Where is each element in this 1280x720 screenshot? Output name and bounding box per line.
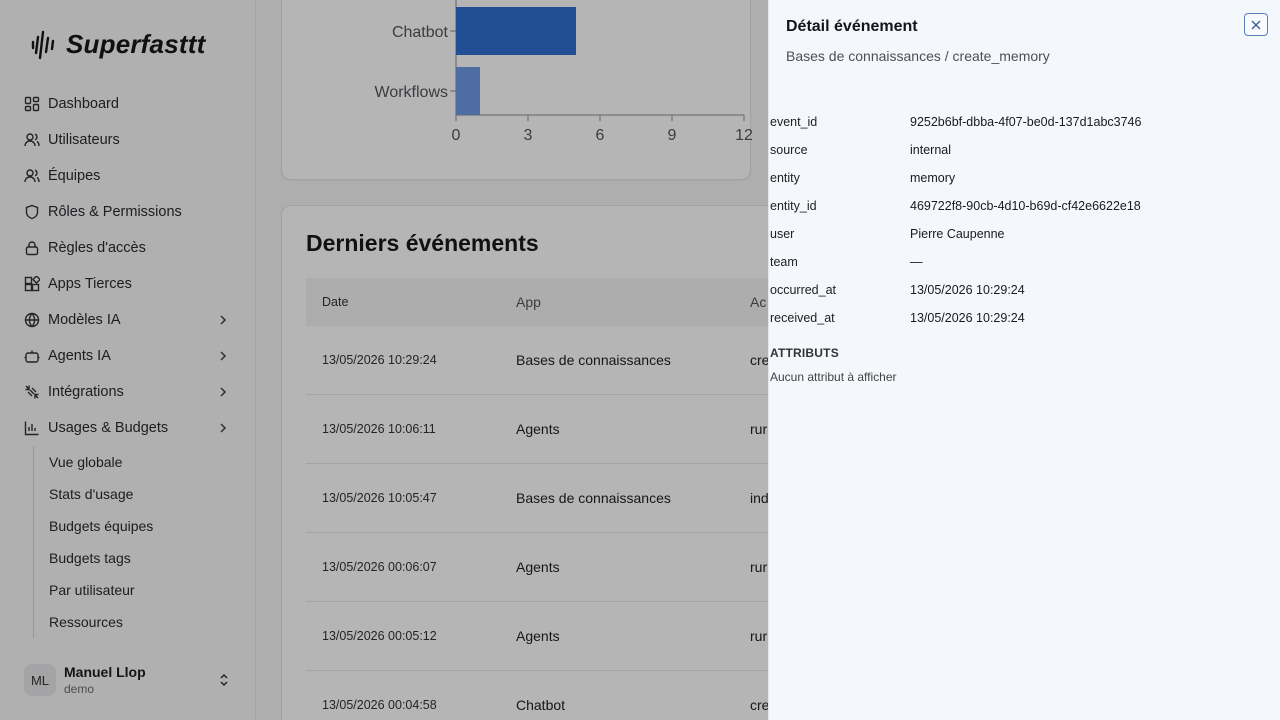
- field-key: entity: [770, 171, 800, 185]
- field-value: 469722f8-90cb-4d10-b69d-cf42e6622e18: [910, 199, 1141, 213]
- event-detail-panel: Détail événement Bases de connaissances …: [768, 0, 1280, 720]
- field-value: 9252b6bf-dbba-4f07-be0d-137d1abc3746: [910, 115, 1142, 129]
- field-key: user: [770, 227, 795, 241]
- field-value: —: [910, 255, 923, 269]
- field-key: received_at: [770, 311, 835, 325]
- field-row: source internal: [770, 136, 1270, 164]
- panel-subtitle: Bases de connaissances / create_memory: [786, 48, 1050, 64]
- field-row: occurred_at 13/05/2026 10:29:24: [770, 276, 1270, 304]
- attributes-heading: ATTRIBUTS: [770, 346, 839, 360]
- field-value: 13/05/2026 10:29:24: [910, 311, 1025, 325]
- field-value: internal: [910, 143, 951, 157]
- field-key: team: [770, 255, 798, 269]
- field-row: entity memory: [770, 164, 1270, 192]
- field-key: occurred_at: [770, 283, 837, 297]
- field-key: event_id: [770, 115, 818, 129]
- field-row: event_id 9252b6bf-dbba-4f07-be0d-137d1ab…: [770, 108, 1270, 136]
- field-key: source: [770, 143, 808, 157]
- field-value: Pierre Caupenne: [910, 227, 1005, 241]
- field-row: entity_id 469722f8-90cb-4d10-b69d-cf42e6…: [770, 192, 1270, 220]
- field-row: user Pierre Caupenne: [770, 220, 1270, 248]
- close-button[interactable]: [1244, 13, 1268, 36]
- close-icon: [1251, 20, 1261, 29]
- field-row: received_at 13/05/2026 10:29:24: [770, 304, 1270, 332]
- modal-backdrop[interactable]: [0, 0, 768, 720]
- event-fields: event_id 9252b6bf-dbba-4f07-be0d-137d1ab…: [770, 108, 1270, 332]
- attributes-empty-text: Aucun attribut à afficher: [770, 370, 897, 384]
- field-row: team —: [770, 248, 1270, 276]
- panel-title: Détail événement: [786, 18, 918, 35]
- field-key: entity_id: [770, 199, 817, 213]
- field-value: memory: [910, 171, 956, 185]
- field-value: 13/05/2026 10:29:24: [910, 283, 1025, 297]
